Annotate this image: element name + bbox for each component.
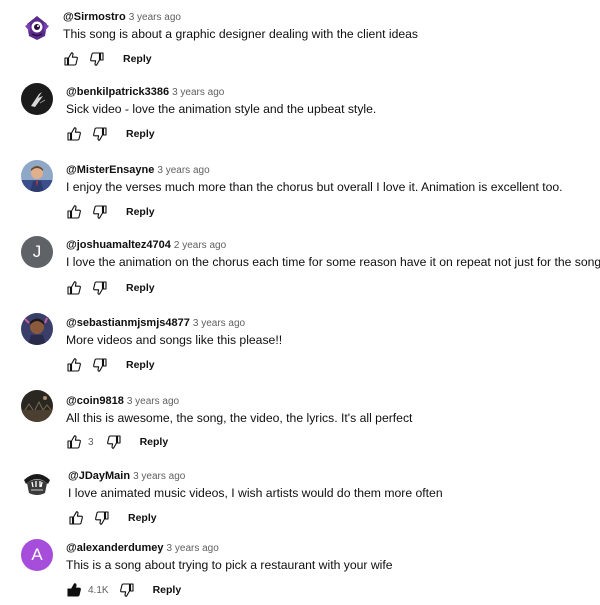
thumbs-down-icon[interactable] <box>92 280 108 296</box>
comment-author[interactable]: @Sirmostro <box>63 11 126 23</box>
comment-meta: @alexanderdumey 3 years ago <box>66 540 219 554</box>
comment-meta: @Sirmostro 3 years ago <box>63 9 181 23</box>
thumbs-down-icon[interactable] <box>119 582 135 598</box>
thumbs-down-icon[interactable] <box>92 204 108 220</box>
comment-text: Sick video - love the animation style an… <box>66 102 377 116</box>
comment-item: @Sirmostro 3 years ago This song is about… <box>0 0 600 70</box>
thumbs-up-icon[interactable] <box>66 434 82 450</box>
comment-actions: Reply <box>66 126 155 142</box>
person-photo-avatar-icon <box>21 313 53 345</box>
comment-meta: @JDayMain 3 years ago <box>68 468 185 482</box>
reply-button[interactable]: Reply <box>126 128 155 140</box>
comment-item: A @alexanderdumey 3 years ago This is a s… <box>0 535 600 605</box>
comment-text: I love the animation on the chorus each … <box>66 255 600 269</box>
comment-timestamp[interactable]: 3 years ago <box>193 318 245 329</box>
avatar[interactable] <box>21 12 53 44</box>
reply-button[interactable]: Reply <box>126 359 155 371</box>
avatar[interactable]: A <box>21 539 53 571</box>
dark-photo-avatar-icon <box>21 83 53 115</box>
avatar[interactable] <box>21 466 53 498</box>
avatar-letter: J <box>32 242 42 261</box>
avatar[interactable] <box>21 83 53 115</box>
avatar[interactable] <box>21 313 53 345</box>
comment-author[interactable]: @MisterEnsayne <box>66 164 154 176</box>
thumbs-down-icon[interactable] <box>92 126 108 142</box>
comment-timestamp[interactable]: 3 years ago <box>133 471 185 482</box>
comment-actions: 4.1K Reply <box>66 582 181 598</box>
comment-timestamp[interactable]: 3 years ago <box>172 87 224 98</box>
comment-item: @benkilpatrick3386 3 years ago Sick video… <box>0 76 600 146</box>
thumbs-down-icon[interactable] <box>92 357 108 373</box>
comment-author[interactable]: @sebastianmjsmjs4877 <box>66 317 190 329</box>
comment-text: I enjoy the verses much more than the ch… <box>66 180 563 194</box>
comment-timestamp[interactable]: 3 years ago <box>129 12 181 23</box>
like-count: 4.1K <box>88 584 109 596</box>
avatar[interactable] <box>21 160 53 192</box>
person-photo-avatar-icon <box>21 160 53 192</box>
comment-actions: Reply <box>66 357 155 373</box>
comment-meta: @coin9818 3 years ago <box>66 393 179 407</box>
comment-meta: @sebastianmjsmjs4877 3 years ago <box>66 315 245 329</box>
reply-button[interactable]: Reply <box>153 584 182 596</box>
thumbs-down-icon[interactable] <box>106 434 122 450</box>
comment-author[interactable]: @alexanderdumey <box>66 542 164 554</box>
purple-creature-avatar-icon <box>21 12 53 44</box>
thumbs-down-icon[interactable] <box>94 510 110 526</box>
comment-author[interactable]: @benkilpatrick3386 <box>66 86 169 98</box>
avatar[interactable]: J <box>21 236 53 268</box>
comment-item: @sebastianmjsmjs4877 3 years ago More vid… <box>0 308 600 378</box>
thumbs-up-filled-icon[interactable] <box>66 582 82 598</box>
reply-button[interactable]: Reply <box>126 206 155 218</box>
logo-avatar-icon <box>21 466 53 498</box>
dark-photo-avatar-icon <box>21 390 53 422</box>
comment-timestamp[interactable]: 2 years ago <box>174 240 226 251</box>
reply-button[interactable]: Reply <box>128 512 157 524</box>
thumbs-up-icon[interactable] <box>68 510 84 526</box>
comment-text: More videos and songs like this please!! <box>66 333 283 347</box>
reply-button[interactable]: Reply <box>126 282 155 294</box>
comment-meta: @benkilpatrick3386 3 years ago <box>66 84 224 98</box>
thumbs-up-icon[interactable] <box>66 204 82 220</box>
like-count: 3 <box>88 436 94 448</box>
comment-timestamp[interactable]: 3 years ago <box>127 396 179 407</box>
thumbs-up-icon[interactable] <box>66 280 82 296</box>
comment-timestamp[interactable]: 3 years ago <box>157 165 209 176</box>
comment-actions: Reply <box>66 280 155 296</box>
comment-author[interactable]: @JDayMain <box>68 470 130 482</box>
comment-text: This is a song about trying to pick a re… <box>66 558 393 572</box>
comment-text: All this is awesome, the song, the video… <box>66 411 413 425</box>
reply-button[interactable]: Reply <box>140 436 169 448</box>
comment-author[interactable]: @joshuamaltez4704 <box>66 239 171 251</box>
comment-actions: Reply <box>68 510 157 526</box>
thumbs-down-icon[interactable] <box>89 51 105 67</box>
avatar[interactable] <box>21 390 53 422</box>
comment-text: This song is about a graphic designer de… <box>63 27 419 41</box>
avatar-letter: A <box>31 545 43 564</box>
comment-author[interactable]: @coin9818 <box>66 395 124 407</box>
comment-item: @coin9818 3 years ago All this is awesome… <box>0 385 600 455</box>
comment-meta: @MisterEnsayne 3 years ago <box>66 162 210 176</box>
comment-item: J @joshuamaltez4704 2 years ago I love th… <box>0 231 600 301</box>
thumbs-up-icon[interactable] <box>63 51 79 67</box>
comment-item: @JDayMain 3 years ago I love animated mus… <box>0 462 600 532</box>
comment-item: @MisterEnsayne 3 years ago I enjoy the ve… <box>0 153 600 223</box>
thumbs-up-icon[interactable] <box>66 357 82 373</box>
comment-actions: Reply <box>66 204 155 220</box>
thumbs-up-icon[interactable] <box>66 126 82 142</box>
reply-button[interactable]: Reply <box>123 53 152 65</box>
comment-actions: Reply <box>63 51 152 67</box>
comment-text: I love animated music videos, I wish art… <box>68 486 443 500</box>
comment-meta: @joshuamaltez4704 2 years ago <box>66 237 226 251</box>
comment-timestamp[interactable]: 3 years ago <box>167 543 219 554</box>
comment-actions: 3 Reply <box>66 434 168 450</box>
